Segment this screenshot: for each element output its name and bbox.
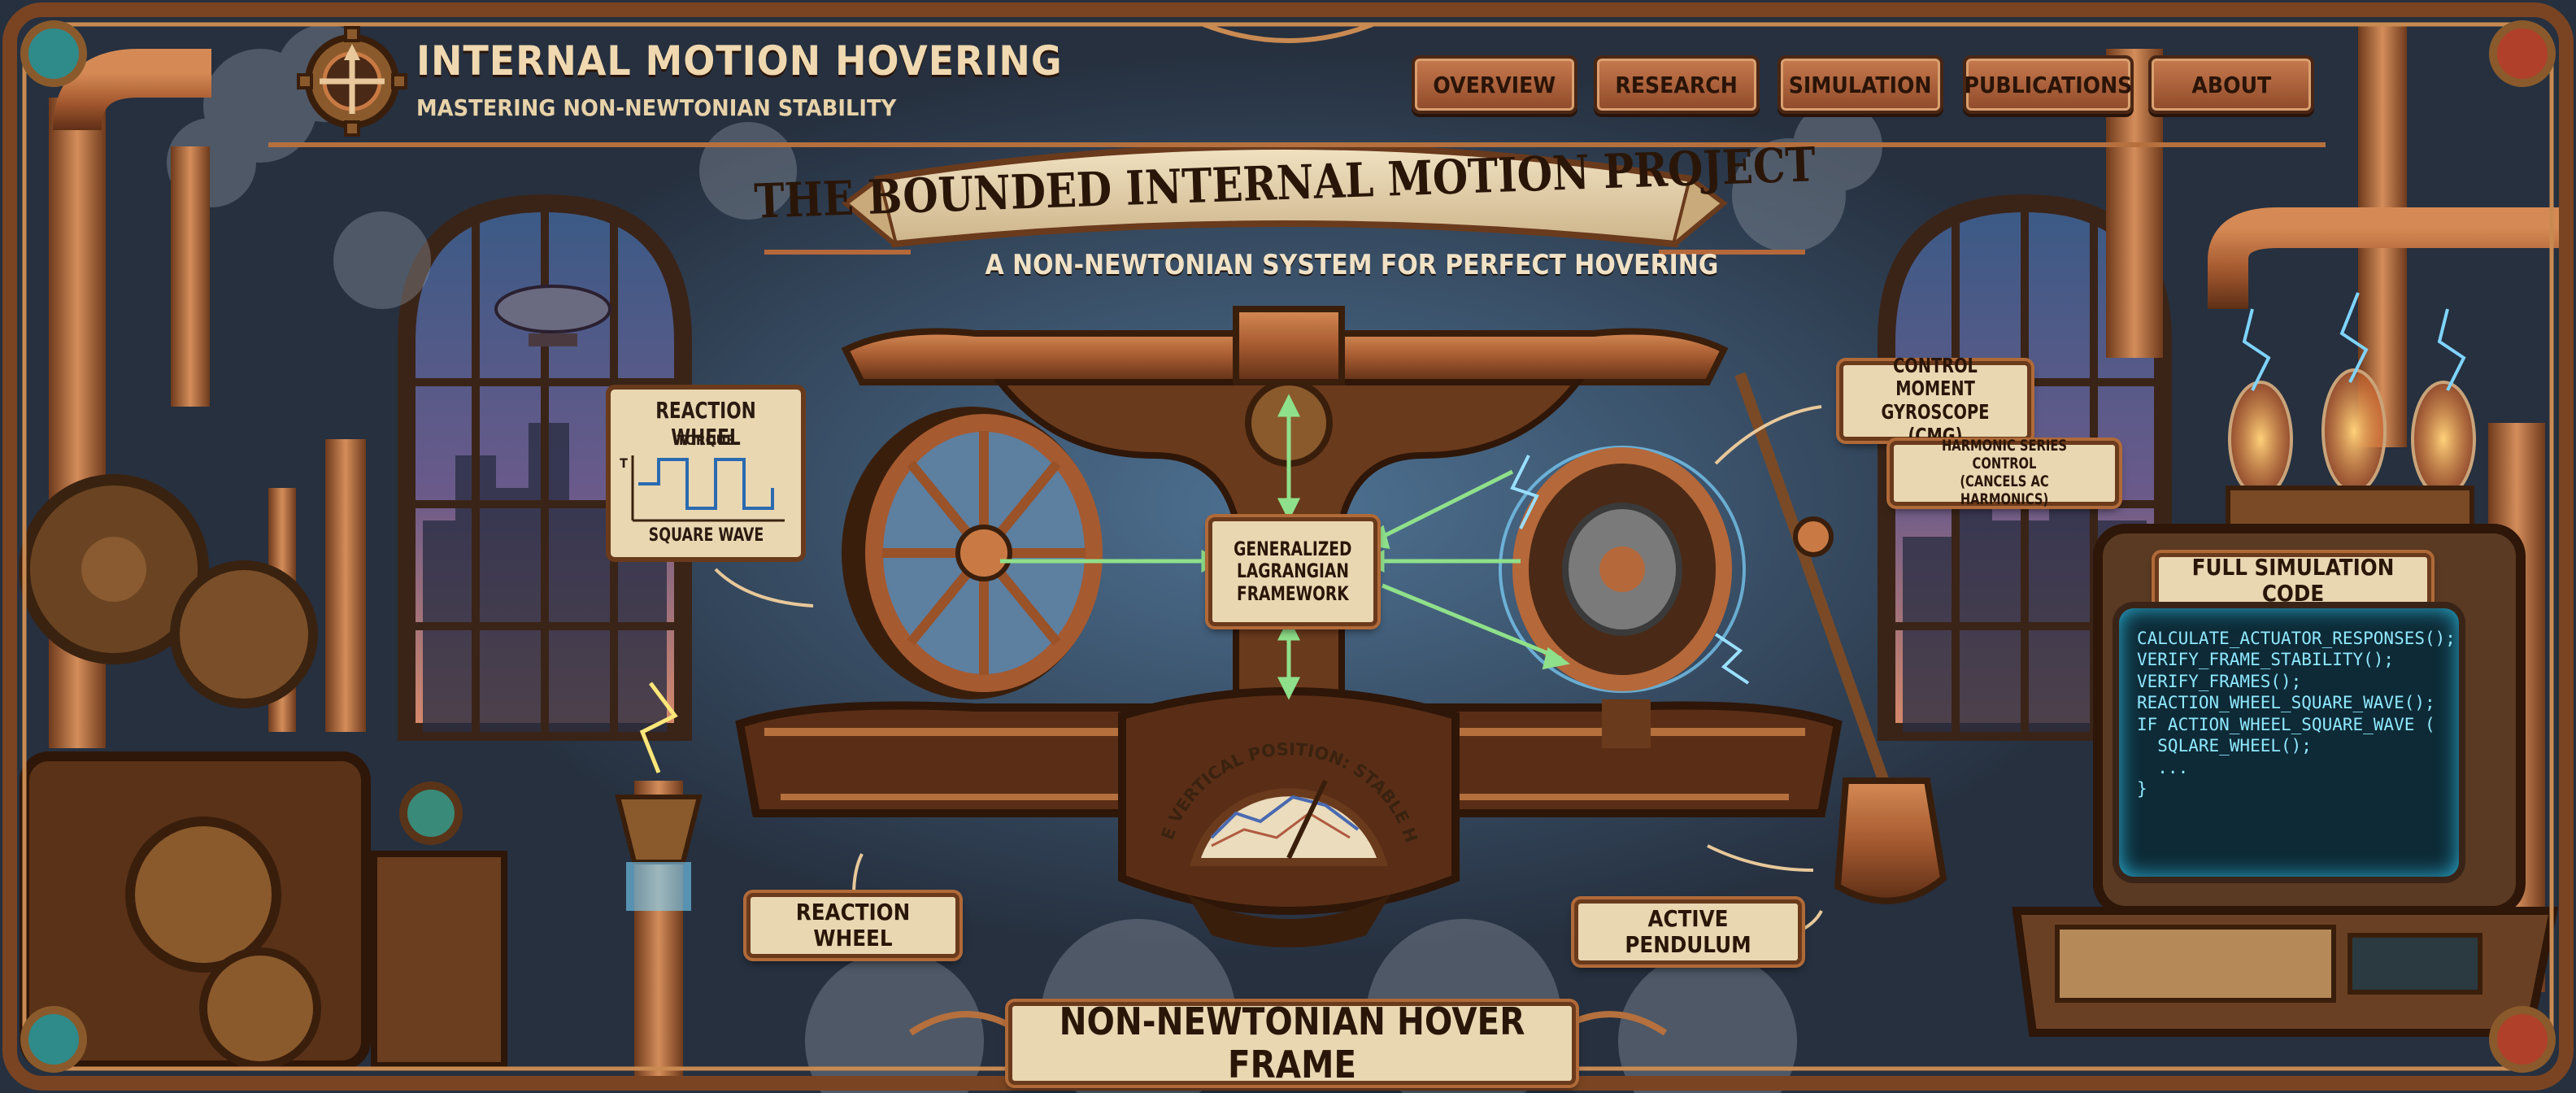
code-line: CALCULATE_ACTUATOR_RESPONSES(); — [2137, 629, 2456, 648]
nav-label: OVERVIEW — [1433, 71, 1556, 98]
nav-label: PUBLICATIONS — [1964, 71, 2133, 98]
reaction-wheel-label: REACTION WHEEL — [746, 893, 959, 958]
hero-subtitle: A NON-NEWTONIAN SYSTEM FOR PERFECT HOVER… — [985, 249, 1719, 281]
code-line: VERIFY_FRAME_STABILITY(); — [2137, 650, 2395, 670]
cmg-label: CONTROL MOMENT GYROSCOPE (CMG) — [1839, 354, 2031, 447]
nav-overview-button[interactable]: OVERVIEW — [1412, 55, 1577, 114]
code-line: REACTION_WHEEL_SQUARE_WAVE(); — [2137, 693, 2435, 713]
nav-about-button[interactable]: ABOUT — [2148, 55, 2314, 114]
brand-title: INTERNAL MOTION HOVERING — [416, 37, 1063, 85]
nav-label: SIMULATION — [1789, 71, 1932, 98]
harmonic-control-label: HARMONIC SERIES CONTROL (CANCELS AC HARMO… — [1890, 437, 2119, 508]
code-line: ... — [2137, 757, 2189, 777]
simulation-code-title: FULL SIMULATION CODE — [2155, 553, 2431, 608]
code-line: IF ACTION_WHEEL_SQUARE_WAVE ( — [2137, 714, 2435, 734]
brand-subtitle: MASTERING NON-NEWTONIAN STABILITY — [416, 94, 897, 121]
axis-marker: T — [620, 455, 628, 471]
nav-research-button[interactable]: RESEARCH — [1594, 55, 1760, 114]
code-terminal-screen[interactable]: CALCULATE_ACTUATOR_RESPONSES(); VERIFY_FR… — [2119, 608, 2459, 877]
code-line: } — [2137, 779, 2147, 799]
nav-label: RESEARCH — [1615, 71, 1738, 98]
nav-publications-button[interactable]: PUBLICATIONS — [1963, 55, 2134, 114]
code-line: SQLARE_WHEEL(); — [2137, 736, 2312, 756]
square-wave-caption: SQUARE WAVE — [648, 525, 764, 546]
torque-axis-label: TORQUE — [677, 433, 735, 449]
nav-simulation-button[interactable]: SIMULATION — [1778, 55, 1943, 114]
hover-frame-label: NON-NEWTONIAN HOVER FRAME — [1008, 1000, 1576, 1086]
nav-label: ABOUT — [2191, 71, 2271, 98]
code-line: VERIFY_FRAMES(); — [2137, 671, 2302, 691]
lagrangian-framework-label: GENERALIZED LAGRANGIAN FRAMEWORK — [1208, 517, 1377, 626]
active-pendulum-label: ACTIVE PENDULUM — [1574, 899, 1802, 965]
